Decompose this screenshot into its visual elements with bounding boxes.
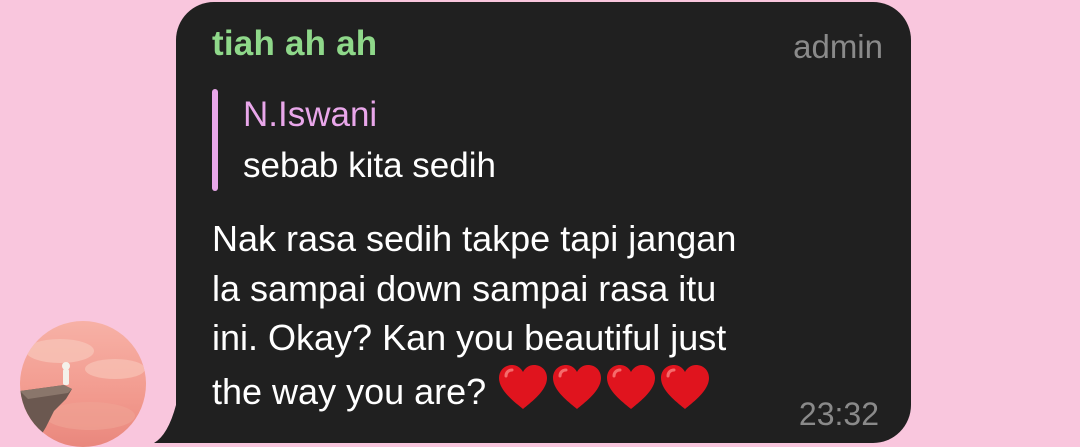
message-line: ini. Okay? Kan you beautiful just: [212, 317, 727, 358]
quote-bar: [212, 89, 218, 191]
sender-avatar[interactable]: [20, 321, 146, 447]
message-timestamp: 23:32: [798, 396, 879, 432]
heart-icon: [607, 364, 656, 409]
message-bubble[interactable]: tiah ah ah admin N.Iswani sebab kita sed…: [176, 2, 911, 443]
message-line: the way you are?: [212, 363, 872, 417]
heart-icon: [553, 364, 602, 409]
quote-author: N.Iswani: [243, 95, 378, 134]
admin-badge: admin: [793, 28, 883, 65]
heart-icon: [661, 364, 710, 409]
heart-icon: [499, 364, 548, 409]
message-text: Nak rasa sedih takpe tapi jangan la samp…: [212, 214, 872, 416]
sender-name[interactable]: tiah ah ah: [212, 24, 377, 64]
message-line-text: the way you are?: [212, 370, 487, 412]
reply-quote[interactable]: N.Iswani sebab kita sedih: [212, 89, 496, 191]
cliff-sunset-avatar-icon: [20, 321, 146, 447]
quote-text: sebab kita sedih: [243, 146, 496, 185]
message-line: la sampai down sampai rasa itu: [212, 267, 717, 309]
heart-emoji-group: [496, 363, 712, 411]
message-line: Nak rasa sedih takpe tapi jangan: [212, 218, 737, 259]
